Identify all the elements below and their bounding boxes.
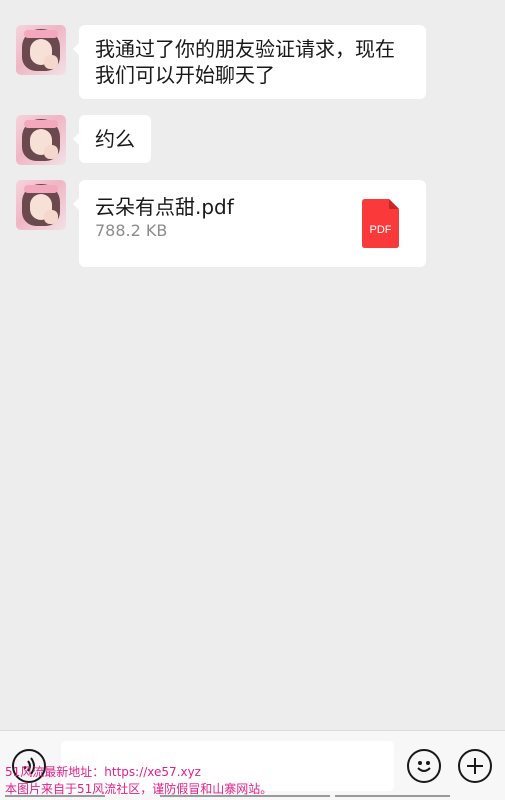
message-text-line: 我通过了你的朋友验证请求，现在 xyxy=(95,37,395,61)
avatar[interactable] xyxy=(16,180,66,230)
avatar[interactable] xyxy=(16,115,66,165)
watermark-line: 51风流最新地址：https://xe57.xyz xyxy=(5,765,201,779)
emoji-icon xyxy=(417,761,431,772)
message-row: 云朵有点甜.pdf 788.2 KB PDF xyxy=(16,180,426,267)
message-row: 我通过了你的朋友验证请求，现在 我们可以开始聊天了 xyxy=(16,25,426,99)
divider xyxy=(160,795,330,797)
plus-button[interactable] xyxy=(458,749,492,783)
divider xyxy=(5,795,105,797)
message-bubble[interactable]: 约么 xyxy=(73,115,151,163)
file-message-bubble[interactable]: 云朵有点甜.pdf 788.2 KB PDF xyxy=(73,180,426,267)
divider xyxy=(335,795,450,797)
message-text-line: 我们可以开始聊天了 xyxy=(95,63,275,87)
plus-icon xyxy=(467,758,483,774)
pdf-file-icon: PDF xyxy=(362,199,399,248)
emoji-button[interactable] xyxy=(407,749,441,783)
message-text: 约么 xyxy=(95,127,135,151)
message-bubble[interactable]: 我通过了你的朋友验证请求，现在 我们可以开始聊天了 xyxy=(73,25,426,99)
message-row: 约么 xyxy=(16,115,151,165)
pdf-icon-label: PDF xyxy=(370,224,392,236)
avatar[interactable] xyxy=(16,25,66,75)
